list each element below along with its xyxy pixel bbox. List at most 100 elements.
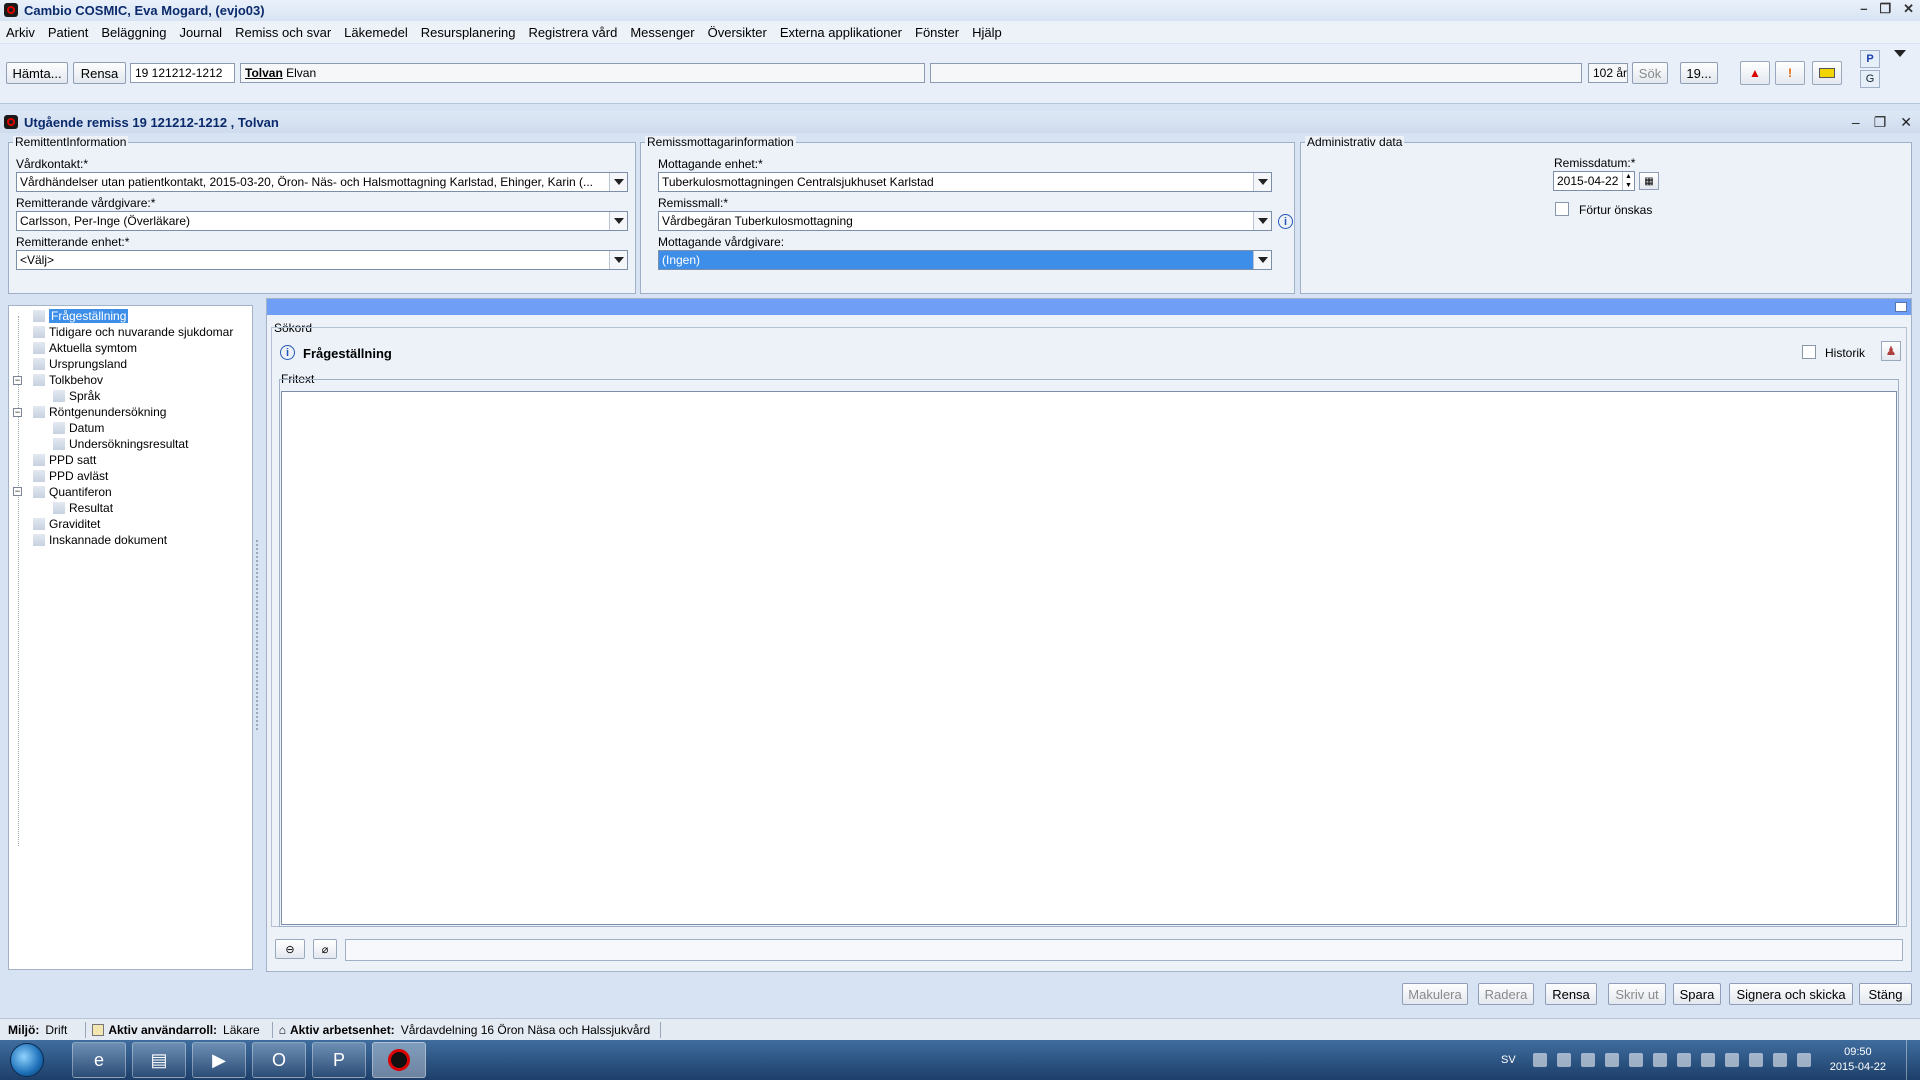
user-icon[interactable]: ♟	[1881, 341, 1901, 361]
menu-lakemedel[interactable]: Läkemedel	[344, 25, 408, 40]
tray-icon[interactable]	[1700, 1053, 1715, 1067]
attachment-field[interactable]	[345, 939, 1903, 961]
mottagande-vardgivare-select[interactable]: (Ingen)	[658, 250, 1272, 270]
info-icon[interactable]: i	[1278, 214, 1293, 229]
menu-belaggning[interactable]: Beläggning	[101, 25, 166, 40]
clock[interactable]: 09:50 2015-04-22	[1830, 1045, 1886, 1075]
tree-item[interactable]: Frågeställning	[33, 309, 129, 323]
rensa-button[interactable]: Rensa	[1545, 983, 1597, 1005]
remitterande-vardgivare-select[interactable]: Carlsson, Per-Inge (Överläkare)	[16, 211, 628, 231]
chevron-down-icon[interactable]	[1253, 212, 1271, 230]
close-icon[interactable]: ✕	[1903, 1, 1914, 17]
tray-icon[interactable]	[1556, 1053, 1571, 1067]
tree-item[interactable]: Graviditet	[33, 517, 100, 531]
collapse-icon[interactable]: −	[13, 487, 22, 496]
tree-item[interactable]: Tidigare och nuvarande sjukdomar	[33, 325, 233, 339]
menu-fonster[interactable]: Fönster	[915, 25, 959, 40]
warning-triangle-icon[interactable]: ▲	[1740, 61, 1770, 85]
spinner-icon[interactable]: ▲ ▼	[1622, 172, 1634, 190]
tree-item[interactable]: PPD avläst	[33, 469, 108, 483]
tray-icon[interactable]	[1604, 1053, 1619, 1067]
menu-oversikter[interactable]: Översikter	[708, 25, 767, 40]
menu-externa-applikationer[interactable]: Externa applikationer	[780, 25, 902, 40]
signera-och-skicka-button[interactable]: Signera och skicka	[1729, 983, 1853, 1005]
tree-item[interactable]: Datum	[53, 421, 104, 435]
minimize-icon[interactable]: –	[1860, 1, 1867, 17]
tree-item[interactable]: Språk	[53, 389, 100, 403]
clear-patient-button[interactable]: Rensa	[73, 62, 126, 84]
chevron-down-icon[interactable]	[609, 173, 627, 191]
stang-button[interactable]: Stäng	[1859, 983, 1912, 1005]
tree-item[interactable]: Röntgenundersökning	[33, 405, 166, 419]
remissmall-select[interactable]: Vårdbegäran Tuberkulosmottagning	[658, 211, 1272, 231]
tray-icon[interactable]	[1652, 1053, 1667, 1067]
doc-close-icon[interactable]: ✕	[1900, 114, 1912, 131]
chevron-down-icon[interactable]	[1253, 251, 1271, 269]
historik-checkbox[interactable]	[1802, 345, 1816, 359]
show-desktop-button[interactable]	[1906, 1040, 1920, 1080]
doc-minimize-icon[interactable]: –	[1852, 114, 1860, 131]
menu-messenger[interactable]: Messenger	[630, 25, 694, 40]
chevron-down-icon[interactable]	[1894, 50, 1906, 57]
tray-icon[interactable]	[1676, 1053, 1691, 1067]
fetch-button[interactable]: Hämta...	[6, 62, 68, 84]
tree-item[interactable]: Inskannade dokument	[33, 533, 167, 547]
tree-item[interactable]: Quantiferon	[33, 485, 112, 499]
tree-item[interactable]: Ursprungsland	[33, 357, 127, 371]
outlook-icon[interactable]: O	[252, 1042, 306, 1078]
radera-button[interactable]: Radera	[1478, 983, 1534, 1005]
fritext-textarea[interactable]	[281, 391, 1897, 925]
vardkontakt-select[interactable]: Vårdhändelser utan patientkontakt, 2015-…	[16, 172, 628, 192]
chevron-down-icon[interactable]	[609, 251, 627, 269]
tray-icon[interactable]	[1628, 1053, 1643, 1067]
remissdatum-field[interactable]: 2015-04-22 ▲ ▼	[1553, 171, 1635, 191]
network-icon[interactable]	[1772, 1053, 1787, 1067]
chevron-down-icon[interactable]	[609, 212, 627, 230]
cosmic-taskbar-icon[interactable]	[372, 1042, 426, 1078]
p-toggle[interactable]: P	[1860, 50, 1880, 68]
collapse-icon[interactable]: −	[13, 408, 22, 417]
tray-icon[interactable]	[1580, 1053, 1595, 1067]
paperclip-icon[interactable]: ⌀	[313, 939, 337, 959]
spara-button[interactable]: Spara	[1673, 983, 1721, 1005]
makulera-button[interactable]: Makulera	[1402, 983, 1468, 1005]
tree-item[interactable]: Undersökningsresultat	[53, 437, 188, 451]
menu-hjalp[interactable]: Hjälp	[972, 25, 1002, 40]
tree-item[interactable]: Resultat	[53, 501, 113, 515]
menu-registrera-vard[interactable]: Registrera vård	[528, 25, 617, 40]
menu-remiss-och-svar[interactable]: Remiss och svar	[235, 25, 331, 40]
start-button[interactable]	[10, 1043, 44, 1077]
search-button[interactable]: Sök	[1632, 62, 1668, 84]
file-explorer-icon[interactable]: ▤	[132, 1042, 186, 1078]
personnummer-field[interactable]: 19 121212-1212	[130, 63, 235, 83]
media-player-icon[interactable]: ▶	[192, 1042, 246, 1078]
language-indicator[interactable]: SV	[1501, 1054, 1516, 1066]
menu-resursplanering[interactable]: Resursplanering	[421, 25, 516, 40]
collapse-icon[interactable]: −	[13, 376, 22, 385]
menu-journal[interactable]: Journal	[179, 25, 222, 40]
panel-splitter[interactable]	[256, 540, 260, 730]
collapse-panel-icon[interactable]	[1895, 302, 1907, 312]
mottagande-enhet-select[interactable]: Tuberkulosmottagningen Centralsjukhuset …	[658, 172, 1272, 192]
notes-icon[interactable]	[1812, 61, 1842, 85]
flag-icon[interactable]	[1748, 1053, 1763, 1067]
year-button[interactable]: 19...	[1680, 62, 1718, 84]
g-toggle[interactable]: G	[1860, 70, 1880, 88]
powerpoint-icon[interactable]: P	[312, 1042, 366, 1078]
menu-arkiv[interactable]: Arkiv	[6, 25, 35, 40]
doc-restore-icon[interactable]: ❐	[1874, 114, 1887, 131]
tray-icon[interactable]	[1532, 1053, 1547, 1067]
calendar-icon[interactable]: ▦	[1639, 172, 1659, 190]
exclamation-icon[interactable]: !	[1775, 61, 1805, 85]
tree-item[interactable]: PPD satt	[33, 453, 96, 467]
tray-icon[interactable]	[1724, 1053, 1739, 1067]
tree-item[interactable]: Tolkbehov	[33, 373, 103, 387]
tree-item[interactable]: Aktuella symtom	[33, 341, 137, 355]
menu-patient[interactable]: Patient	[48, 25, 88, 40]
info-icon[interactable]: i	[280, 345, 295, 360]
skriv-ut-button[interactable]: Skriv ut	[1608, 983, 1666, 1005]
fortur-checkbox[interactable]	[1555, 202, 1569, 216]
internet-explorer-icon[interactable]: e	[72, 1042, 126, 1078]
restore-icon[interactable]: ❐	[1879, 1, 1891, 17]
link-icon[interactable]: ⊖	[275, 939, 305, 959]
